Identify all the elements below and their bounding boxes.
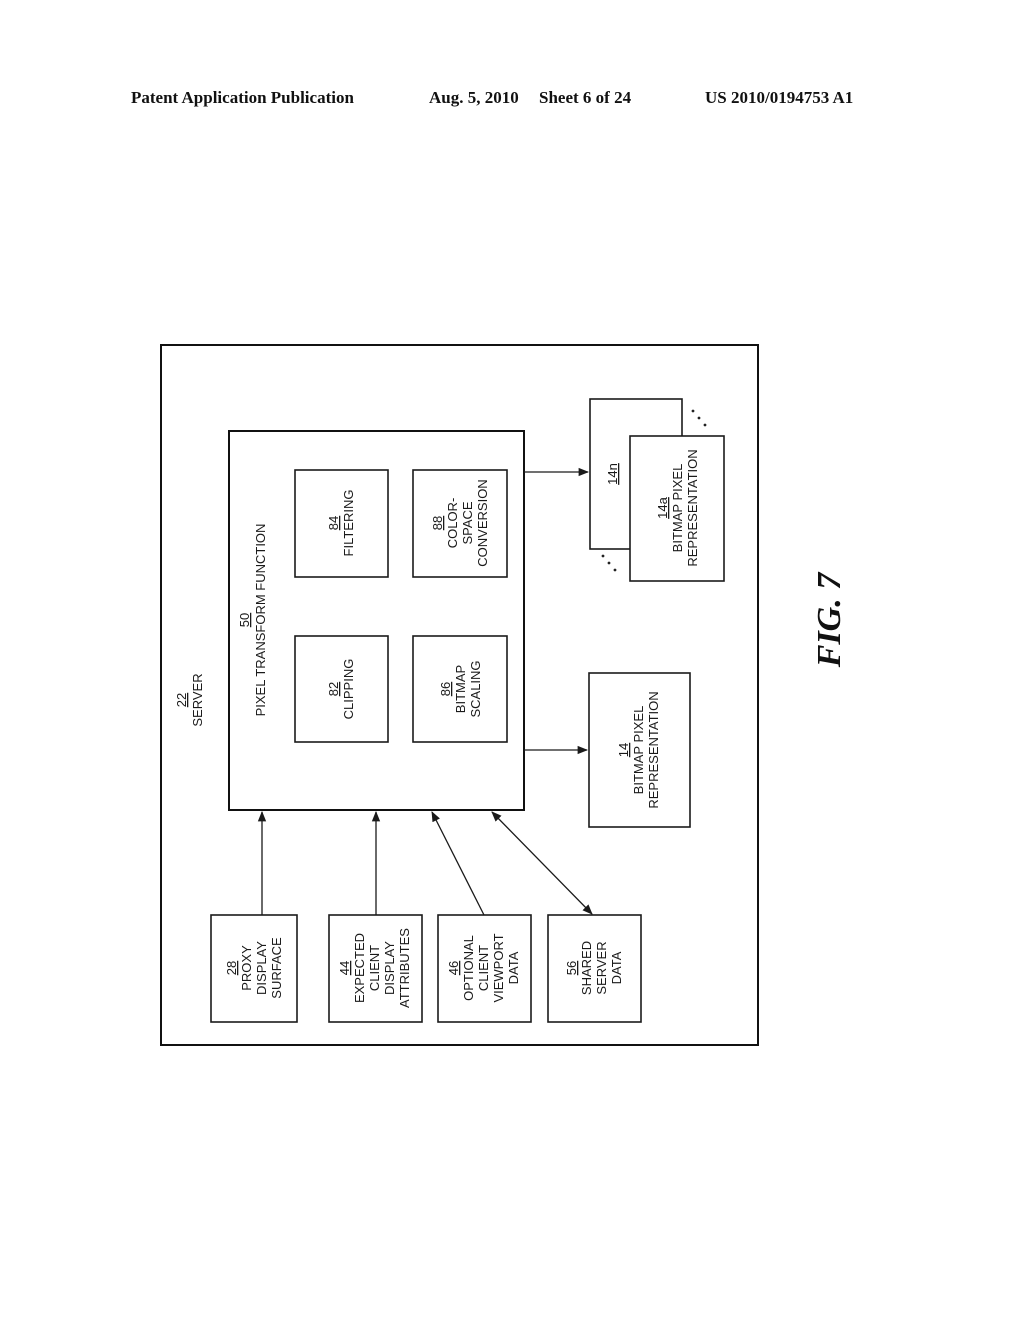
bitmap-pixel-representation-box: 14 BITMAP PIXEL REPRESENTATION — [588, 672, 691, 828]
optional-line-3: VIEWPORT — [491, 933, 506, 1002]
shared-server-data-box: 56 SHARED SERVER DATA — [547, 914, 642, 1023]
optional-line-4: DATA — [506, 951, 521, 984]
filtering-box: 84 FILTERING — [294, 469, 389, 578]
optional-line-1: OPTIONAL — [461, 935, 476, 1001]
expected-line-4: ATTRIBUTES — [397, 928, 412, 1008]
proxy-ref: 28 — [224, 961, 239, 975]
figure-label: FIG. 7 — [811, 571, 848, 668]
bitmap-scaling-ref: 86 — [438, 682, 453, 696]
pixel-transform-ref: 50 — [237, 613, 252, 627]
clipping-ref: 82 — [326, 682, 341, 696]
bitmap-scaling-box: 86 BITMAP SCALING — [412, 635, 508, 743]
shared-line-2: SERVER — [594, 941, 609, 994]
shared-line-3: DATA — [609, 951, 624, 984]
bitmap-14a-line-1: BITMAP PIXEL — [670, 464, 685, 553]
shared-line-1: SHARED — [579, 941, 594, 995]
expected-client-display-attributes-box: 44 EXPECTED CLIENT DISPLAY ATTRIBUTES — [328, 914, 423, 1023]
bitmap-scaling-line-1: BITMAP — [453, 665, 468, 713]
server-ref: 22 — [174, 693, 189, 707]
color-space-line-2: SPACE — [460, 501, 475, 544]
figure-label-text: FIG. 7 — [811, 571, 848, 668]
block-diagram: 22 SERVER 50 PIXEL TRANSFORM FUNCTION 82… — [160, 344, 848, 1046]
color-space-conversion-box: 88 COLOR- SPACE CONVERSION — [412, 469, 508, 578]
expected-line-2: CLIENT — [367, 945, 382, 991]
proxy-display-surface-box: 28 PROXY DISPLAY SURFACE — [210, 914, 298, 1023]
expected-line-1: EXPECTED — [352, 933, 367, 1003]
color-space-line-3: CONVERSION — [475, 479, 490, 566]
bitmap-scaling-line-2: SCALING — [468, 660, 483, 717]
shared-ref: 56 — [564, 961, 579, 975]
bitmap-14-line-2: REPRESENTATION — [646, 691, 661, 808]
color-space-line-1: COLOR- — [445, 498, 460, 549]
bitmap-14-ref: 14 — [616, 743, 631, 757]
bitmap-14a-line-2: REPRESENTATION — [685, 449, 700, 566]
color-space-ref: 88 — [430, 516, 445, 530]
filtering-ref: 84 — [326, 516, 341, 530]
bitmap-stack-front-box: 14a BITMAP PIXEL REPRESENTATION — [629, 435, 725, 582]
proxy-line-3: SURFACE — [269, 937, 284, 999]
filtering-label: FILTERING — [341, 490, 356, 557]
expected-ref: 44 — [337, 961, 352, 975]
bitmap-14a-ref: 14a — [655, 496, 670, 518]
server-label: SERVER — [190, 673, 205, 726]
expected-line-3: DISPLAY — [382, 941, 397, 995]
optional-client-viewport-data-box: 46 OPTIONAL CLIENT VIEWPORT DATA — [437, 914, 532, 1023]
proxy-line-1: PROXY — [239, 945, 254, 991]
bitmap-14n-ref: 14n — [605, 463, 620, 485]
clipping-label: CLIPPING — [341, 659, 356, 720]
optional-ref: 46 — [446, 961, 461, 975]
proxy-line-2: DISPLAY — [254, 941, 269, 995]
clipping-box: 82 CLIPPING — [294, 635, 389, 743]
pixel-transform-label: PIXEL TRANSFORM FUNCTION — [253, 524, 268, 717]
bitmap-14-line-1: BITMAP PIXEL — [631, 706, 646, 795]
optional-line-2: CLIENT — [476, 945, 491, 991]
